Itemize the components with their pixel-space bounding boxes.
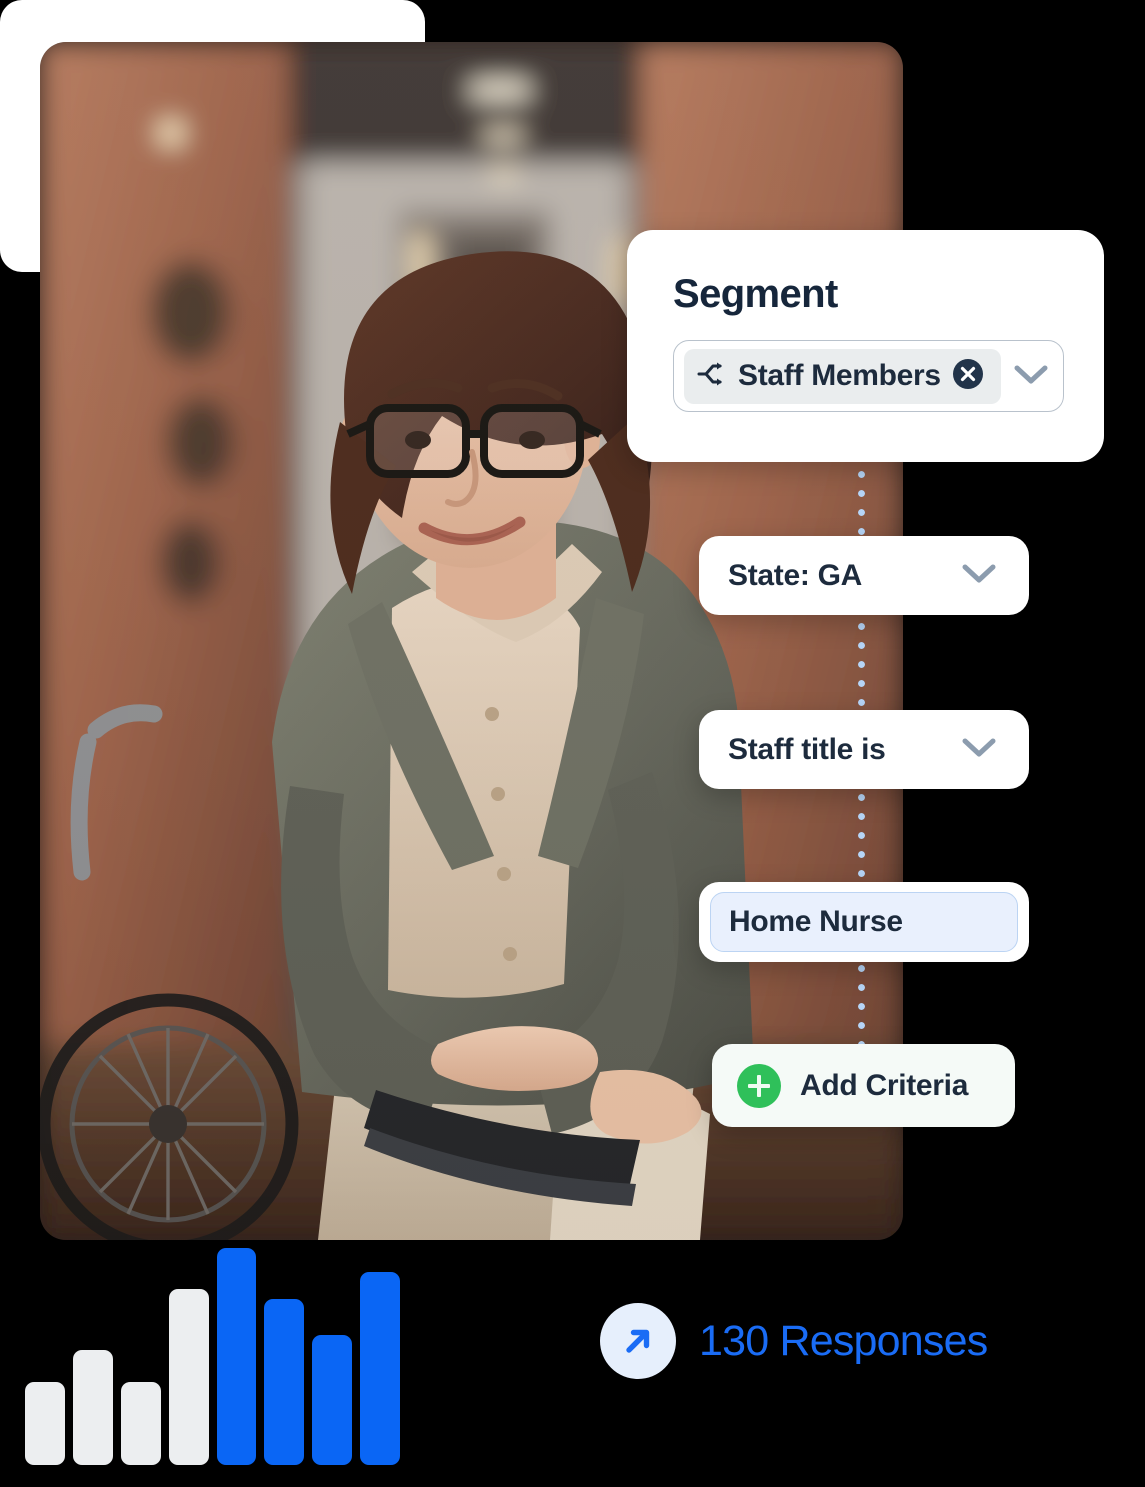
- chevron-down-icon[interactable]: [960, 735, 998, 764]
- criteria-row-staff-title[interactable]: Staff title is: [699, 710, 1029, 789]
- close-circle-icon[interactable]: [952, 358, 984, 395]
- plus-circle-icon: [737, 1063, 781, 1108]
- segment-chip-staff-members[interactable]: Staff Members: [684, 348, 1001, 404]
- staff-title-input-value: Home Nurse: [729, 905, 903, 938]
- criteria-label-staff-title: Staff title is: [728, 732, 886, 766]
- segment-title: Segment: [673, 272, 838, 316]
- responses-label: 130 Responses: [699, 1316, 988, 1365]
- staff-title-input[interactable]: Home Nurse: [710, 892, 1018, 952]
- criteria-label-state: State: GA: [728, 558, 862, 592]
- arrow-up-right-icon: [600, 1303, 676, 1379]
- chevron-down-icon[interactable]: [960, 561, 998, 590]
- segment-select[interactable]: Staff Members: [673, 340, 1064, 412]
- add-criteria-label: Add Criteria: [800, 1068, 969, 1102]
- branch-icon: [697, 361, 727, 392]
- promotional-composition: Segment Staff Members State: GA Staff ti…: [0, 0, 1145, 1487]
- segment-card: Segment Staff Members: [627, 230, 1104, 462]
- responses-badge: 130 Responses: [600, 1303, 988, 1379]
- segment-chip-label: Staff Members: [738, 359, 941, 392]
- chevron-down-icon[interactable]: [1011, 361, 1051, 392]
- criteria-row-state[interactable]: State: GA: [699, 536, 1029, 615]
- add-criteria-button[interactable]: Add Criteria: [712, 1044, 1015, 1127]
- staff-title-value-card: Home Nurse: [699, 882, 1029, 962]
